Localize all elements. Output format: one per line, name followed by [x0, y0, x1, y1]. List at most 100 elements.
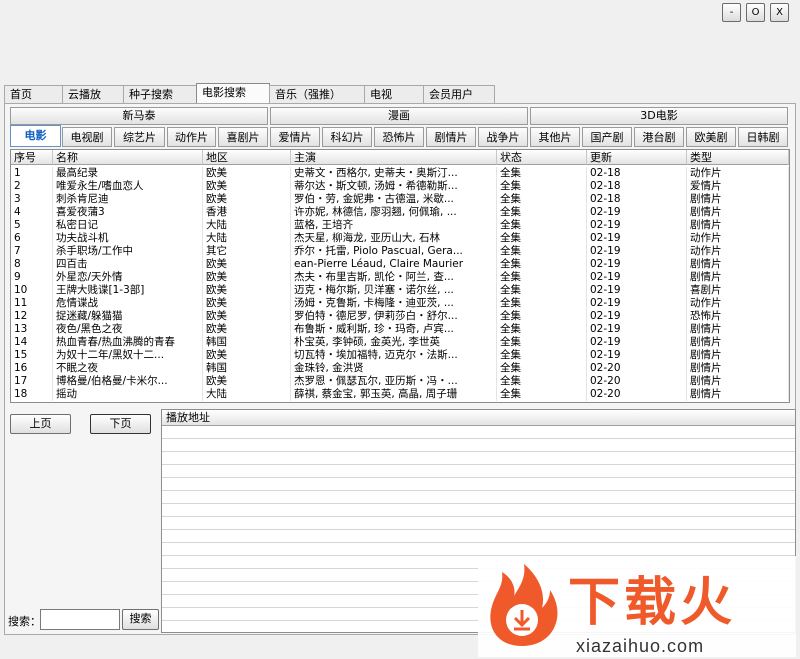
watermark-brand: 下载火 [568, 573, 737, 633]
category-tv-series-button[interactable]: 电视剧 [62, 127, 112, 147]
category-action-button[interactable]: 动作片 [167, 127, 216, 147]
category-domestic-series-button[interactable]: 国产剧 [582, 127, 632, 147]
cell-cast: 朴宝英, 李钟硕, 金英光, 李世英 [291, 336, 497, 349]
table-row[interactable]: 4 喜爱夜蒲3 香港 许亦妮, 林德信, 廖羽翘, 何佩瑜, ... 全集 02-19 剧情… [11, 206, 789, 219]
cell-status: 全集 [497, 284, 587, 297]
table-row[interactable]: 6 功夫战斗机 大陆 杰天星, 柳海龙, 亚历山大, 石林 全集 02-19 动作片 [11, 232, 789, 245]
table-row[interactable]: 10 王牌大贱谍[1-3部] 欧美 迈克・梅尔斯, 贝洋塞・诺尔丝, ... 全集 02-… [11, 284, 789, 297]
category-drama-button[interactable]: 剧情片 [426, 127, 476, 147]
category-variety-button[interactable]: 综艺片 [114, 127, 165, 147]
tab-members[interactable]: 会员用户 [423, 85, 495, 104]
cell-genre: 恐怖片 [687, 310, 789, 323]
cell-cast: 罗伯・劳, 金妮弗・古德温, 米歇... [291, 193, 497, 206]
table-row[interactable]: 12 捉迷藏/躲猫猫 欧美 罗伯特・德尼罗, 伊莉莎白・舒尔... 全集 02-19 恐怖片 [11, 310, 789, 323]
cell-status: 全集 [497, 206, 587, 219]
cell-updated: 02-19 [587, 310, 687, 323]
cell-index: 12 [11, 310, 53, 323]
tab-cloud-play[interactable]: 云播放 [62, 85, 124, 104]
cell-index: 1 [11, 167, 53, 180]
table-row[interactable]: 8 四百击 欧美 ean-Pierre Léaud, Claire Maurier 全集… [11, 258, 789, 271]
table-row[interactable]: 7 杀手职场/工作中 其它 乔尔・托雷, Piolo Pascual, Gera...… [11, 245, 789, 258]
table-row[interactable]: 14 热血青春/热血沸腾的青春 韩国 朴宝英, 李钟硕, 金英光, 李世英 全集 02-1… [11, 336, 789, 349]
cell-cast: 蒂尔达・斯文顿, 汤姆・希德勒斯... [291, 180, 497, 193]
cell-region: 韩国 [203, 336, 291, 349]
column-header-genre[interactable]: 类型 [687, 150, 789, 165]
cell-name: 最高纪录 [53, 167, 203, 180]
cell-name: 热血青春/热血沸腾的青春 [53, 336, 203, 349]
table-row[interactable]: 17 博格曼/伯格曼/卡米尔... 欧美 杰罗恩・佩瑟瓦尔, 亚历斯・冯・... 全集 0… [11, 375, 789, 388]
category-hk-tw-series-button[interactable]: 港台剧 [634, 127, 684, 147]
cell-name: 为奴十二年/黑奴十二... [53, 349, 203, 362]
cell-name: 私密日记 [53, 219, 203, 232]
cell-cast: 蓝格, 王培齐 [291, 219, 497, 232]
tab-movie-search[interactable]: 电影搜索 [196, 83, 270, 104]
cell-status: 全集 [497, 310, 587, 323]
cell-name: 四百击 [53, 258, 203, 271]
search-input[interactable] [40, 609, 120, 630]
cell-status: 全集 [497, 258, 587, 271]
cell-index: 3 [11, 193, 53, 206]
table-row[interactable]: 13 夜色/黑色之夜 欧美 布鲁斯・威利斯, 珍・玛奇, 卢宾... 全集 02-19 剧情… [11, 323, 789, 336]
table-row[interactable]: 16 不眠之夜 韩国 金珠铃, 金洪贤 全集 02-20 剧情片 [11, 362, 789, 375]
category-horror-button[interactable]: 恐怖片 [374, 127, 424, 147]
tab-torrent-search[interactable]: 种子搜索 [123, 85, 197, 104]
category-romance-button[interactable]: 爱情片 [270, 127, 320, 147]
column-header-index[interactable]: 序号 [11, 150, 53, 165]
cell-genre: 剧情片 [687, 271, 789, 284]
maximize-button[interactable]: O [746, 3, 765, 22]
cell-updated: 02-19 [587, 206, 687, 219]
column-header-status[interactable]: 状态 [497, 150, 587, 165]
cell-cast: 金珠铃, 金洪贤 [291, 362, 497, 375]
cell-index: 2 [11, 180, 53, 193]
table-row[interactable]: 15 为奴十二年/黑奴十二... 欧美 切瓦特・埃加福特, 迈克尔・法斯... 全集 02… [11, 349, 789, 362]
cell-name: 外星恋/天外情 [53, 271, 203, 284]
cell-region: 韩国 [203, 362, 291, 375]
cell-status: 全集 [497, 219, 587, 232]
cell-genre: 动作片 [687, 232, 789, 245]
category-jp-kr-series-button[interactable]: 日韩剧 [738, 127, 788, 147]
group-3d-movies-button[interactable]: 3D电影 [530, 107, 788, 125]
cell-genre: 剧情片 [687, 258, 789, 271]
close-button[interactable]: X [770, 3, 789, 22]
cell-status: 全集 [497, 375, 587, 388]
flame-logo-icon [490, 564, 558, 646]
table-row[interactable]: 18 摇动 大陆 薛祺, 蔡金宝, 郭玉英, 高晶, 周子珊 全集 02-20 剧情片 [11, 388, 789, 401]
cell-status: 全集 [497, 193, 587, 206]
category-western-series-button[interactable]: 欧美剧 [686, 127, 736, 147]
cell-cast: 布鲁斯・威利斯, 珍・玛奇, 卢宾... [291, 323, 497, 336]
category-war-button[interactable]: 战争片 [478, 127, 528, 147]
column-header-cast[interactable]: 主演 [291, 150, 497, 165]
group-xinmatai-button[interactable]: 新马泰 [10, 107, 268, 125]
cell-cast: 乔尔・托雷, Piolo Pascual, Gera... [291, 245, 497, 258]
cell-genre: 动作片 [687, 245, 789, 258]
table-row[interactable]: 9 外星恋/天外情 欧美 杰夫・布里吉斯, 凯伦・阿兰, 查... 全集 02-19 剧情片 [11, 271, 789, 284]
category-scifi-button[interactable]: 科幻片 [322, 127, 372, 147]
column-header-name[interactable]: 名称 [53, 150, 203, 165]
cell-genre: 剧情片 [687, 349, 789, 362]
category-other-button[interactable]: 其他片 [530, 127, 580, 147]
cell-region: 欧美 [203, 271, 291, 284]
table-row[interactable]: 11 危情谍战 欧美 汤姆・克鲁斯, 卡梅隆・迪亚茨, ... 全集 02-19 动作片 [11, 297, 789, 310]
table-row[interactable]: 2 唯爱永生/嗜血恋人 欧美 蒂尔达・斯文顿, 汤姆・希德勒斯... 全集 02-18 爱情… [11, 180, 789, 193]
category-comedy-button[interactable]: 喜剧片 [218, 127, 268, 147]
tab-music[interactable]: 音乐（强推） [269, 85, 365, 104]
minimize-button[interactable]: - [722, 3, 741, 22]
tab-home[interactable]: 首页 [4, 85, 63, 104]
main-tabs: 首页 云播放 种子搜索 电影搜索 音乐（强推） 电视 会员用户 [4, 83, 495, 104]
category-movie-button[interactable]: 电影 [10, 125, 61, 147]
table-row[interactable]: 5 私密日记 大陆 蓝格, 王培齐 全集 02-19 剧情片 [11, 219, 789, 232]
tab-tv[interactable]: 电视 [364, 85, 424, 104]
table-row[interactable]: 3 刺杀肯尼迪 欧美 罗伯・劳, 金妮弗・古德温, 米歇... 全集 02-18 剧情片 [11, 193, 789, 206]
cell-name: 夜色/黑色之夜 [53, 323, 203, 336]
column-header-updated[interactable]: 更新 [587, 150, 687, 165]
table-row[interactable]: 1 最高纪录 欧美 史蒂文・西格尔, 史蒂夫・奥斯汀... 全集 02-18 动作片 [11, 167, 789, 180]
cell-genre: 剧情片 [687, 323, 789, 336]
next-page-button[interactable]: 下页 [90, 414, 151, 434]
cell-genre: 喜剧片 [687, 284, 789, 297]
prev-page-button[interactable]: 上页 [10, 414, 71, 434]
search-button[interactable]: 搜索 [122, 609, 159, 630]
group-comics-button[interactable]: 漫画 [270, 107, 528, 125]
cell-status: 全集 [497, 232, 587, 245]
cell-updated: 02-18 [587, 193, 687, 206]
column-header-region[interactable]: 地区 [203, 150, 291, 165]
